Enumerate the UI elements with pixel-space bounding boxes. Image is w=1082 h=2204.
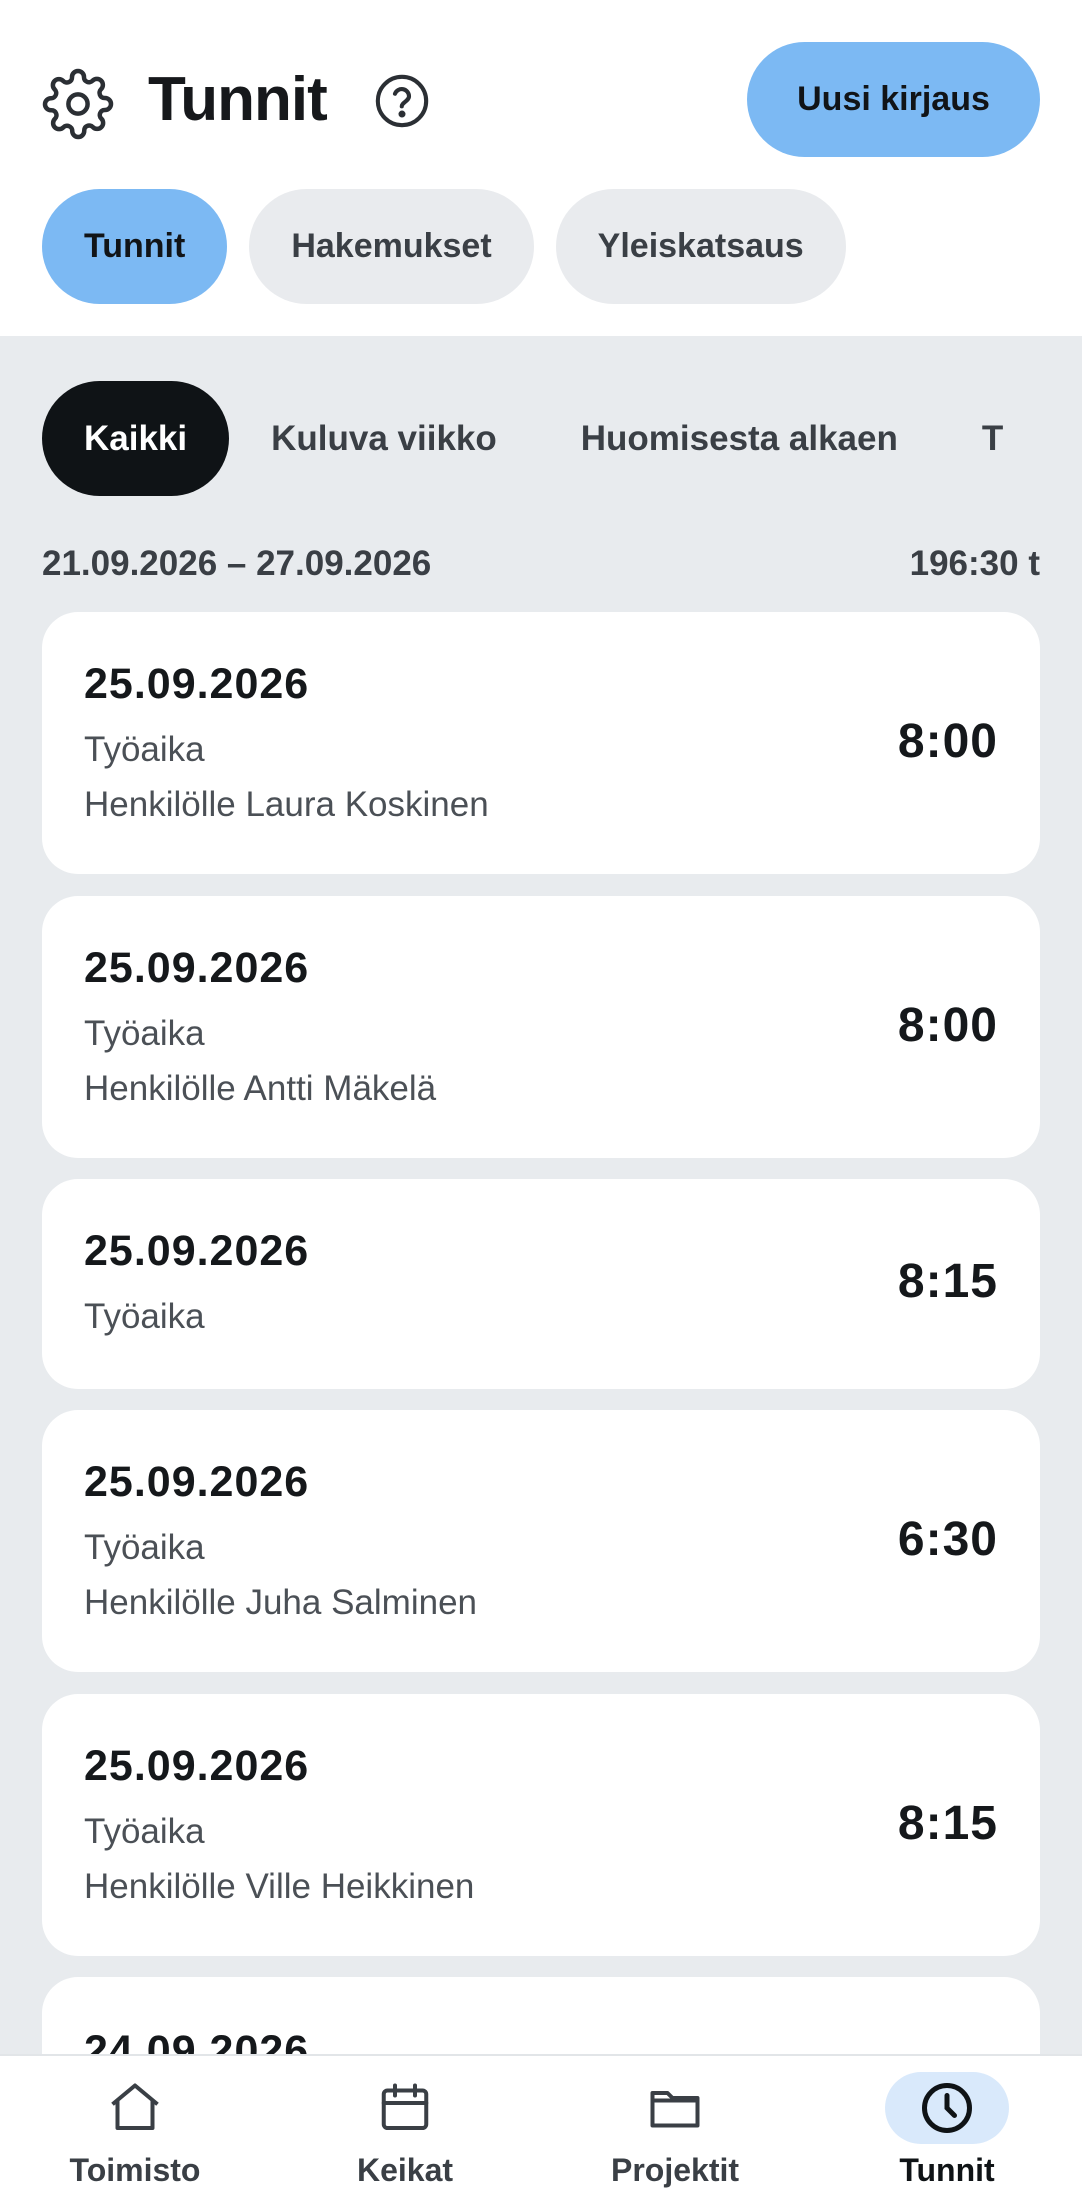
date-range: 21.09.2026 – 27.09.2026 — [42, 544, 432, 583]
calendar-icon — [381, 2083, 429, 2130]
filter-current-week[interactable]: Kuluva viikko — [229, 381, 539, 496]
home-icon — [111, 2083, 159, 2130]
entry-date: 25.09.2026 — [84, 660, 310, 708]
nav-keikat[interactable]: Keikat — [270, 2056, 540, 2204]
entry-type: Työaika — [84, 1812, 205, 1851]
nav-label: Keikat — [356, 2152, 454, 2188]
gear-icon[interactable] — [42, 68, 114, 140]
entry-hours: 8:15 — [897, 1255, 998, 1308]
filter-chips: Kaikki Kuluva viikko Huomisesta alkaen T — [42, 381, 1045, 496]
entry-card[interactable]: 25.09.2026 Työaika Henkilölle Antti Mäke… — [42, 896, 1040, 1158]
section-tabs: Tunnit Hakemukset Yleiskatsaus — [42, 189, 846, 304]
nav-label: Projektit — [610, 2152, 740, 2188]
nav-toimisto[interactable]: Toimisto — [0, 2056, 270, 2204]
tab-yleiskatsaus[interactable]: Yleiskatsaus — [555, 189, 846, 304]
bottom-nav: Toimisto Keikat Projektit Tunnit — [0, 2054, 1082, 2204]
entry-person: Henkilölle Juha Salminen — [84, 1583, 477, 1622]
new-entry-button[interactable]: Uusi kirjaus — [747, 42, 1040, 157]
clock-icon — [922, 2083, 972, 2133]
entry-person: Henkilölle Ville Heikkinen — [84, 1867, 475, 1906]
nav-tunnit[interactable]: Tunnit — [812, 2056, 1082, 2204]
entry-date: 25.09.2026 — [84, 1227, 310, 1275]
entry-type: Työaika — [84, 1014, 205, 1053]
entry-person: Henkilölle Antti Mäkelä — [84, 1069, 437, 1108]
entry-card[interactable]: 25.09.2026 Työaika 8:15 — [42, 1179, 1040, 1389]
nav-projektit[interactable]: Projektit — [540, 2056, 810, 2204]
entry-card[interactable]: 25.09.2026 Työaika Henkilölle Juha Salmi… — [42, 1410, 1040, 1672]
entry-date: 25.09.2026 — [84, 1742, 310, 1790]
top-header: Tunnit Uusi kirjaus Tunnit Hakemukset Yl… — [0, 0, 1082, 336]
entry-hours: 8:00 — [897, 715, 998, 768]
tab-hakemukset[interactable]: Hakemukset — [249, 189, 534, 304]
help-circle-icon[interactable] — [373, 72, 431, 130]
page-title: Tunnit — [148, 65, 328, 134]
entry-card[interactable]: 25.09.2026 Työaika Henkilölle Ville Heik… — [42, 1694, 1040, 1956]
nav-label: Toimisto — [69, 2152, 201, 2188]
filter-from-tomorrow[interactable]: Huomisesta alkaen — [539, 381, 940, 496]
entry-hours: 6:30 — [897, 1513, 998, 1566]
total-hours: 196:30 t — [909, 544, 1040, 583]
folder-icon — [650, 2091, 700, 2128]
entry-type: Työaika — [84, 1297, 205, 1336]
tab-tunnit[interactable]: Tunnit — [42, 189, 228, 304]
entry-person: Henkilölle Laura Koskinen — [84, 785, 489, 824]
filter-truncated[interactable]: T — [940, 381, 1045, 496]
filter-all[interactable]: Kaikki — [42, 381, 230, 496]
nav-label: Tunnit — [899, 2152, 995, 2188]
entry-hours: 8:00 — [897, 999, 998, 1052]
entry-type: Työaika — [84, 730, 205, 769]
entry-card[interactable]: 25.09.2026 Työaika Henkilölle Laura Kosk… — [42, 612, 1040, 874]
week-summary: 21.09.2026 – 27.09.2026 196:30 t — [42, 538, 1040, 594]
entry-type: Työaika — [84, 1528, 205, 1567]
entry-date: 25.09.2026 — [84, 944, 310, 992]
entry-date: 25.09.2026 — [84, 1458, 310, 1506]
entry-hours: 8:15 — [897, 1797, 998, 1850]
